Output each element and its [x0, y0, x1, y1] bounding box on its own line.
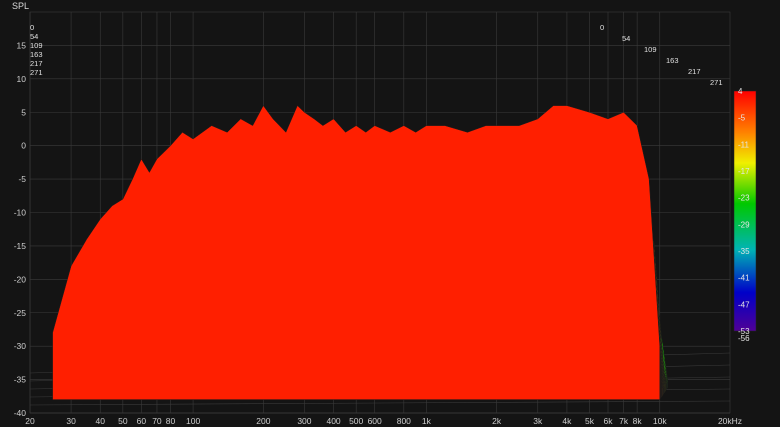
- color-scale-label: -41: [738, 274, 750, 283]
- color-scale-label: -47: [738, 300, 750, 309]
- x-tick-label: 7k: [619, 416, 629, 426]
- y-tick-label: -10: [14, 208, 27, 218]
- time-slice-label: 54: [30, 32, 38, 41]
- x-tick-label: 300: [297, 416, 311, 426]
- color-scale-label: -5: [738, 114, 746, 123]
- x-tick-label: 5k: [585, 416, 595, 426]
- x-tick-label: 500: [349, 416, 363, 426]
- x-axis-unit-label: 20kHz: [718, 416, 742, 426]
- x-axis-ticks: 20 30 40 50 60 70 80 100 200 300 400 500 600 800 1k 2k 3…: [25, 416, 667, 426]
- x-tick-label: 800: [397, 416, 411, 426]
- decay-slice: [52, 105, 661, 400]
- x-tick-label: 70: [152, 416, 162, 426]
- time-slice-label: 217: [688, 67, 701, 76]
- y-tick-label: -20: [14, 274, 27, 284]
- x-tick-label: 20: [25, 416, 35, 426]
- x-tick-label: 2k: [492, 416, 502, 426]
- y-tick-label: -5: [18, 174, 26, 184]
- x-tick-label: 50: [118, 416, 128, 426]
- x-tick-label: 30: [66, 416, 76, 426]
- time-slice-label: 271: [710, 78, 723, 87]
- color-scale-label: -35: [738, 247, 750, 256]
- time-slice-label: 54: [622, 34, 630, 43]
- x-tick-label: 1k: [422, 416, 432, 426]
- x-tick-label: 10k: [653, 416, 667, 426]
- y-tick-label: 15: [17, 40, 27, 50]
- x-tick-label: 60: [137, 416, 147, 426]
- waterfall-plot: 151050-5-10-15-20-25-30-35-40 20 30 40 50 60…: [12, 1, 757, 426]
- color-scale-label: -11: [738, 140, 750, 149]
- color-scale-label: 4: [738, 87, 743, 96]
- x-tick-label: 8k: [633, 416, 643, 426]
- x-tick-label: 6k: [604, 416, 614, 426]
- time-slice-label: 271: [30, 68, 43, 77]
- y-tick-label: 0: [21, 141, 26, 151]
- color-scale-label: -56: [738, 334, 750, 343]
- y-tick-label: 5: [21, 107, 26, 117]
- time-slice-label: 217: [30, 59, 43, 68]
- x-tick-label: 4k: [562, 416, 572, 426]
- y-axis-title: SPL: [12, 1, 29, 11]
- x-tick-label: 100: [186, 416, 200, 426]
- y-tick-label: -30: [14, 341, 27, 351]
- x-tick-label: 600: [368, 416, 382, 426]
- time-slice-labels: 0 054 54109 109163163217217271271: [30, 23, 723, 87]
- y-tick-label: 10: [17, 74, 27, 84]
- color-scale-label: -29: [738, 220, 750, 229]
- waterfall-surface: [52, 105, 669, 400]
- x-tick-label: 400: [326, 416, 340, 426]
- x-tick-label: 80: [166, 416, 176, 426]
- x-tick-label: 3k: [533, 416, 543, 426]
- color-scale-label: -17: [738, 167, 750, 176]
- x-tick-label: 200: [256, 416, 270, 426]
- time-slice-label: 0: [600, 23, 604, 32]
- y-tick-label: -35: [14, 375, 27, 385]
- y-tick-label: -25: [14, 308, 27, 318]
- y-tick-label: -15: [14, 241, 27, 251]
- time-slice-label: 0: [30, 23, 34, 32]
- time-slice-label: 109: [644, 45, 657, 54]
- x-tick-label: 40: [96, 416, 106, 426]
- color-scale: 4-5-11-17-23-29-35-41-47-53-56: [733, 87, 757, 343]
- time-slice-label: 109: [30, 41, 43, 50]
- y-axis-ticks: 151050-5-10-15-20-25-30-35-40: [14, 40, 27, 418]
- color-scale-label: -23: [738, 194, 750, 203]
- time-slice-label: 163: [666, 56, 679, 65]
- color-scale-bar: [733, 90, 757, 332]
- time-slice-label: 163: [30, 50, 43, 59]
